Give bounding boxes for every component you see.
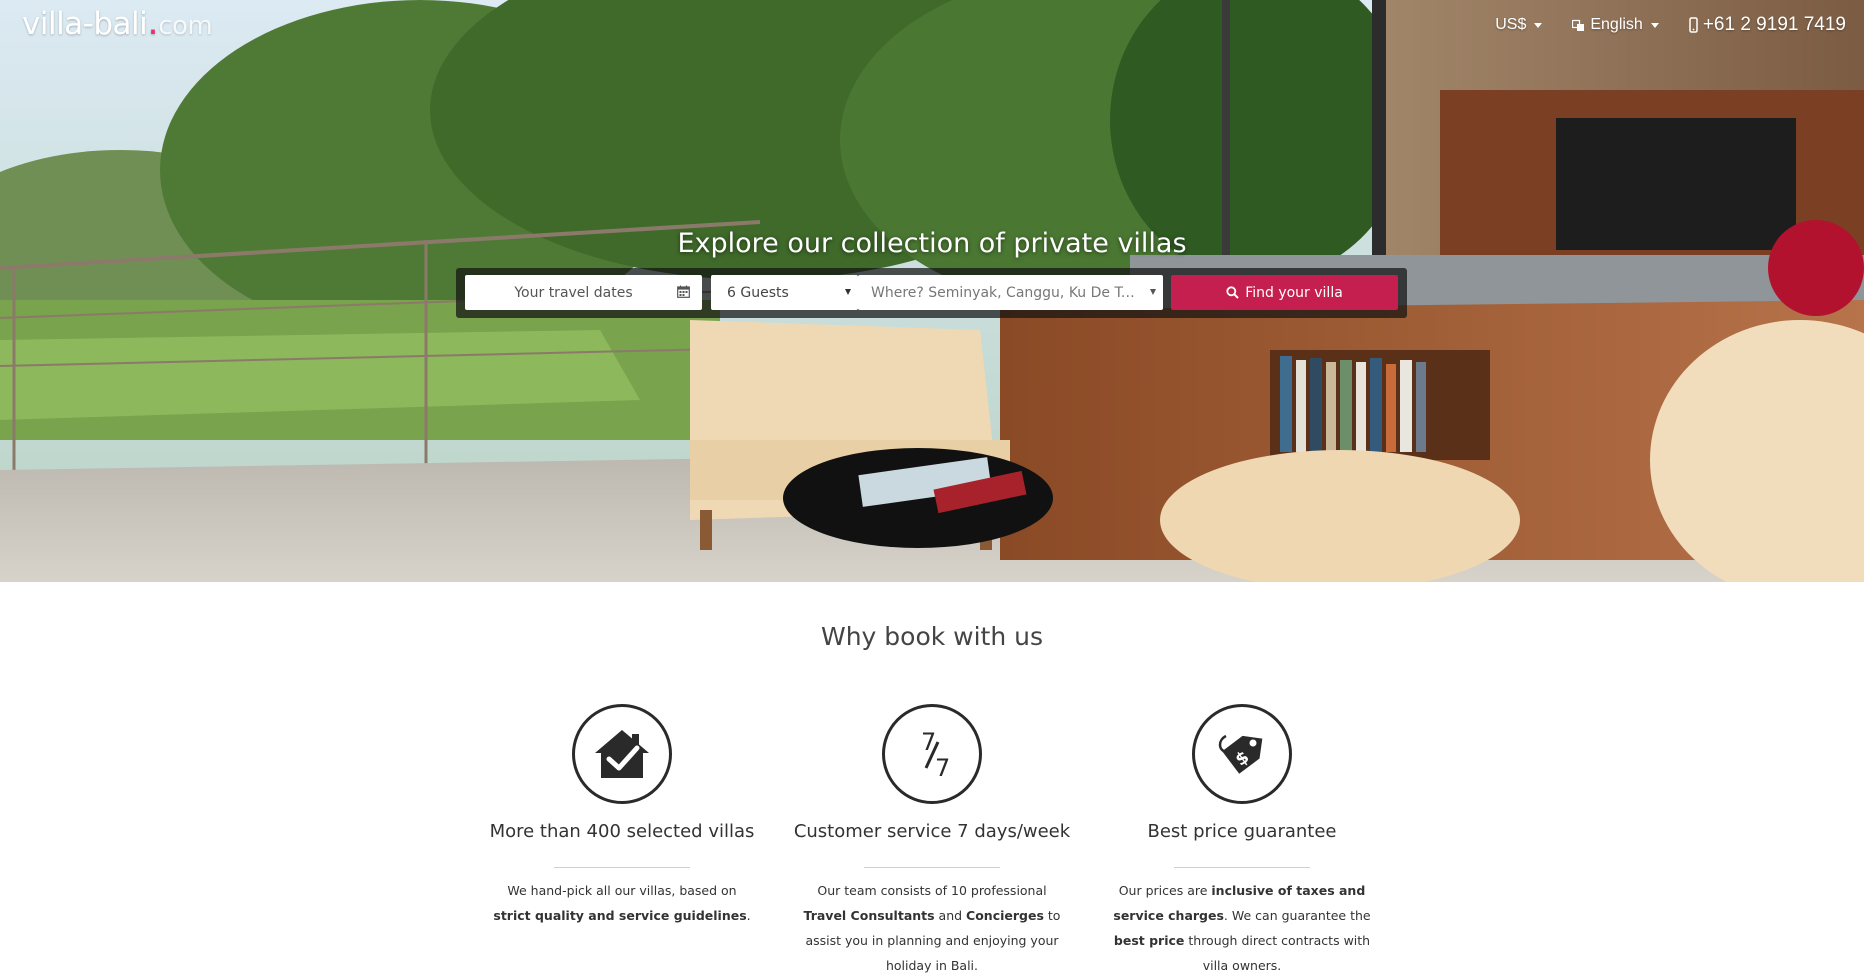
feature-badge (572, 704, 672, 804)
top-navigation: villa-bali.com US$ English +61 2 9191 74… (0, 0, 1864, 54)
language-selector[interactable]: English (1572, 16, 1659, 34)
feature-badge: 7 7 (882, 704, 982, 804)
feature-title: Best price guarantee (1147, 821, 1337, 842)
translate-icon (1572, 19, 1585, 31)
why-book-section: Why book with us More than 400 selected … (0, 582, 1864, 973)
divider (1174, 867, 1310, 868)
dropdown-arrow-icon (1150, 289, 1156, 295)
description-bold: best price (1113, 933, 1185, 948)
currency-label: US$ (1495, 16, 1527, 33)
chevron-down-icon (1650, 22, 1659, 28)
destination-placeholder: Where? Seminyak, Canggu, Ku De Ta... (871, 284, 1141, 301)
currency-selector[interactable]: US$ (1495, 16, 1543, 34)
feature-title: Customer service 7 days/week (793, 821, 1071, 842)
description-text: Our prices are (1118, 883, 1212, 898)
search-icon (1226, 286, 1239, 299)
guests-select[interactable]: 6 Guests (711, 275, 858, 310)
travel-dates-placeholder: Your travel dates (514, 284, 633, 301)
find-villa-button[interactable]: Find your villa (1171, 275, 1398, 310)
feature-description: Our prices are inclusive of taxes and se… (1107, 878, 1377, 978)
section-title: Why book with us (820, 622, 1044, 651)
description-bold: strict quality and service guidelines (493, 908, 747, 923)
header-utility-nav: US$ English +61 2 9191 7419 (1495, 14, 1846, 36)
travel-dates-input[interactable]: Your travel dates (465, 275, 702, 310)
divider (554, 867, 690, 868)
house-check-icon (595, 730, 649, 778)
dropdown-arrow-icon (845, 289, 851, 295)
logo-main-text: villa-bali (22, 6, 148, 42)
guests-value: 6 Guests (727, 284, 789, 301)
feature-description: We hand-pick all our villas, based on st… (487, 878, 757, 928)
destination-select[interactable]: Where? Seminyak, Canggu, Ku De Ta... (858, 275, 1163, 310)
hero-section: villa-bali.com US$ English +61 2 9191 74… (0, 0, 1864, 582)
logo-tld: com (158, 11, 213, 41)
chevron-down-icon (1534, 22, 1543, 28)
feature-badge: $ (1192, 704, 1292, 804)
seven-days-icon: 7 7 (921, 728, 950, 782)
description-text: Our team consists of 10 professional (817, 883, 1047, 898)
description-text: We hand-pick all our villas, based on (507, 883, 737, 898)
description-text: . We can guarantee the (1223, 908, 1371, 923)
description-bold: Concierges (966, 908, 1044, 923)
phone-link[interactable]: +61 2 9191 7419 (1689, 14, 1846, 36)
description-bold: Travel Consultants (803, 908, 935, 923)
site-logo[interactable]: villa-bali.com (22, 5, 213, 43)
description-text: and (934, 908, 967, 923)
feature-best-price: $ Best price guarantee Our prices are in… (1102, 704, 1382, 978)
feature-description: Our team consists of 10 professional Tra… (797, 878, 1067, 978)
logo-dot: . (147, 2, 159, 43)
calendar-icon (677, 285, 690, 298)
feature-selected-villas: More than 400 selected villas We hand-pi… (482, 704, 762, 928)
mobile-phone-icon (1689, 17, 1698, 33)
feature-customer-service: 7 7 Customer service 7 days/week Our tea… (792, 704, 1072, 978)
hero-title: Explore our collection of private villas (677, 228, 1187, 259)
feature-title: More than 400 selected villas (489, 821, 755, 842)
find-villa-label: Find your villa (1245, 284, 1343, 301)
divider (864, 867, 1000, 868)
phone-number: +61 2 9191 7419 (1702, 14, 1846, 35)
description-text: through direct contracts with villa owne… (1184, 933, 1371, 973)
language-label: English (1590, 16, 1643, 33)
villa-search-form: Your travel dates 6 Guests Where? Seminy… (456, 268, 1407, 318)
description-text: . (746, 908, 751, 923)
price-tag-icon: $ (1218, 734, 1263, 774)
icon-digit-bottom: 7 (935, 754, 950, 782)
